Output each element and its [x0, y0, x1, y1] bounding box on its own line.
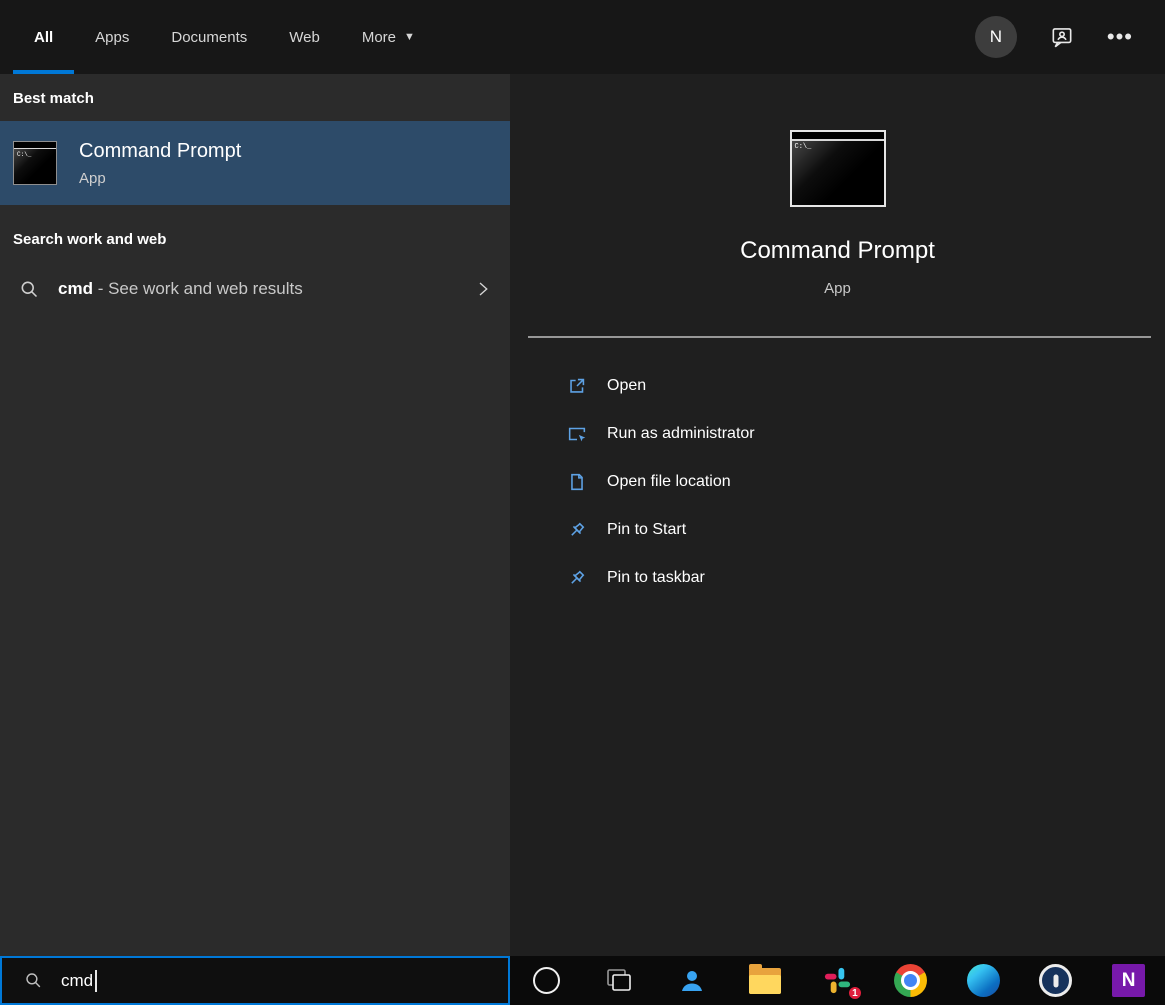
task-view-button[interactable] — [583, 956, 656, 1005]
search-input[interactable]: cmd — [0, 956, 510, 1005]
ellipsis-menu-icon[interactable]: ••• — [1107, 32, 1133, 42]
search-filter-tabs: All Apps Documents Web More ▼ — [0, 0, 436, 74]
slack-button[interactable]: 1 — [801, 956, 874, 1005]
action-label: Open file location — [607, 473, 731, 491]
file-explorer-button[interactable] — [728, 956, 801, 1005]
action-pin-to-start[interactable]: Pin to Start — [566, 506, 1165, 554]
divider — [528, 336, 1151, 338]
chevron-right-icon[interactable] — [474, 280, 492, 298]
command-prompt-icon: C:\_ — [13, 141, 57, 185]
tab-documents[interactable]: Documents — [150, 0, 268, 74]
action-label: Pin to taskbar — [607, 569, 705, 587]
people-button[interactable] — [656, 956, 729, 1005]
preview-header: C:\_ Command Prompt App — [510, 74, 1165, 297]
slack-notification-badge: 1 — [847, 985, 863, 1001]
command-prompt-icon: C:\_ — [790, 130, 886, 207]
search-icon — [16, 276, 42, 302]
cortana-button[interactable] — [510, 956, 583, 1005]
action-run-as-administrator[interactable]: Run as administrator — [566, 410, 1165, 458]
tab-all-label: All — [34, 29, 53, 46]
open-file-location-icon — [566, 471, 588, 493]
chevron-down-icon: ▼ — [404, 31, 415, 43]
cmd-icon-text: C:\_ — [17, 151, 31, 158]
tab-apps[interactable]: Apps — [74, 0, 150, 74]
web-result-text: cmd - See work and web results — [58, 279, 474, 299]
tab-web[interactable]: Web — [268, 0, 341, 74]
action-open-file-location[interactable]: Open file location — [566, 458, 1165, 506]
cmd-icon-text: C:\_ — [795, 143, 812, 151]
action-pin-to-taskbar[interactable]: Pin to taskbar — [566, 554, 1165, 602]
cortana-icon — [533, 967, 560, 994]
tab-more[interactable]: More ▼ — [341, 0, 436, 74]
best-match-header: Best match — [0, 74, 510, 121]
action-open[interactable]: Open — [566, 362, 1165, 410]
chrome-icon — [894, 964, 927, 997]
onenote-icon: N — [1112, 964, 1145, 997]
tab-all[interactable]: All — [13, 0, 74, 74]
tab-more-label: More — [362, 29, 396, 46]
tab-web-label: Web — [289, 29, 320, 46]
edge-button[interactable] — [947, 956, 1020, 1005]
best-match-text: Command Prompt App — [79, 140, 241, 187]
cmd-icon-body: C:\_ — [14, 149, 56, 183]
cmd-icon-titlebar — [792, 132, 884, 141]
edge-icon — [967, 964, 1000, 997]
web-result-query: cmd — [58, 279, 93, 298]
people-icon — [677, 966, 707, 996]
cmd-icon-titlebar — [14, 142, 56, 149]
tab-documents-label: Documents — [171, 29, 247, 46]
search-input-value: cmd — [61, 971, 93, 991]
preview-title: Command Prompt — [740, 237, 935, 265]
action-label: Open — [607, 377, 646, 395]
onenote-button[interactable]: N — [1092, 956, 1165, 1005]
web-search-result[interactable]: cmd - See work and web results — [0, 262, 510, 316]
run-as-administrator-icon — [566, 423, 588, 445]
topbar-actions: N ••• — [975, 16, 1165, 58]
tab-apps-label: Apps — [95, 29, 129, 46]
search-tabs-bar: All Apps Documents Web More ▼ N ••• — [0, 0, 1165, 74]
preview-panel: C:\_ Command Prompt App Open Run as admi… — [510, 74, 1165, 956]
best-match-result[interactable]: C:\_ Command Prompt App — [0, 121, 510, 205]
result-title: Command Prompt — [79, 140, 241, 163]
pin-icon — [566, 567, 588, 589]
web-section-header: Search work and web — [0, 205, 510, 262]
action-label: Pin to Start — [607, 521, 686, 539]
pin-icon — [566, 519, 588, 541]
open-icon — [566, 375, 588, 397]
taskbar: 1 N — [510, 956, 1165, 1005]
task-view-icon — [604, 966, 634, 996]
action-label: Run as administrator — [607, 425, 755, 443]
cmd-icon-body: C:\_ — [792, 141, 884, 206]
text-caret — [95, 970, 97, 992]
search-icon — [20, 968, 46, 994]
preview-subtitle: App — [824, 280, 851, 297]
feedback-icon[interactable] — [1049, 24, 1075, 50]
search-results-panel: Best match C:\_ Command Prompt App Searc… — [0, 74, 510, 956]
result-type: App — [79, 170, 241, 187]
avatar[interactable]: N — [975, 16, 1017, 58]
chrome-button[interactable] — [874, 956, 947, 1005]
web-result-suffix: - See work and web results — [93, 279, 303, 298]
file-explorer-icon — [749, 968, 781, 994]
1password-button[interactable] — [1019, 956, 1092, 1005]
action-list: Open Run as administrator Open file loca… — [510, 362, 1165, 602]
1password-icon — [1039, 964, 1072, 997]
